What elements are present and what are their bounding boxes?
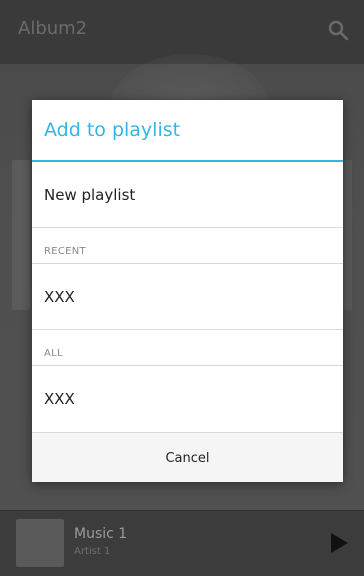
- dialog-title: Add to playlist: [44, 119, 181, 141]
- section-header-label: RECENT: [44, 246, 86, 257]
- now-playing-artist: Artist 1: [74, 546, 111, 557]
- search-icon[interactable]: [326, 18, 350, 42]
- now-playing-thumbnail: [16, 519, 64, 567]
- app-title: Album2: [18, 18, 88, 39]
- screen: Album2 Music 1 Artist 1 Add to playlist …: [0, 0, 364, 576]
- section-header-label: ALL: [44, 348, 63, 359]
- new-playlist-label: New playlist: [44, 186, 136, 204]
- playlist-item-recent[interactable]: XXX: [32, 264, 343, 330]
- playlist-item-all[interactable]: XXX: [32, 366, 343, 432]
- background-panel-left: [12, 160, 30, 310]
- add-to-playlist-dialog: Add to playlist New playlist RECENT XXX …: [32, 100, 343, 482]
- new-playlist-item[interactable]: New playlist: [32, 162, 343, 228]
- playlist-item-label: XXX: [44, 390, 75, 408]
- now-playing-title: Music 1: [74, 526, 128, 542]
- playlist-item-label: XXX: [44, 288, 75, 306]
- section-header-all: ALL: [32, 330, 343, 366]
- cancel-button[interactable]: Cancel: [32, 433, 343, 482]
- dialog-footer: Cancel: [32, 432, 343, 482]
- dialog-header: Add to playlist: [32, 100, 343, 162]
- play-icon[interactable]: [328, 531, 350, 555]
- now-playing-bar[interactable]: Music 1 Artist 1: [0, 510, 364, 576]
- section-header-recent: RECENT: [32, 228, 343, 264]
